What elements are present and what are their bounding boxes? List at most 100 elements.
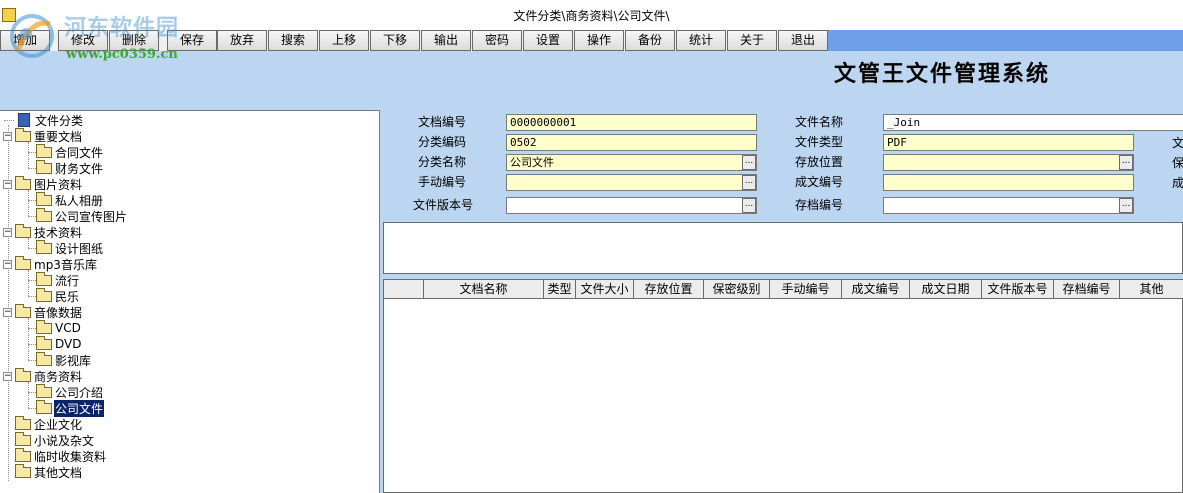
- toolbar-button-14[interactable]: 关于: [727, 30, 777, 51]
- tree-line: [28, 190, 29, 216]
- folder-icon: [36, 335, 52, 350]
- tree-node-label: 音像数据: [34, 305, 83, 320]
- tree-line: [28, 328, 36, 329]
- archive-no-field[interactable]: [883, 197, 1134, 214]
- tree-child-0-0[interactable]: 合同文件: [36, 143, 104, 160]
- file-type-field[interactable]: PDF: [883, 134, 1134, 151]
- toolbar-button-6[interactable]: 上移: [319, 30, 369, 51]
- folder-icon: [36, 207, 52, 222]
- folder-icon: [36, 143, 52, 158]
- grid-column-header-9[interactable]: 文件版本号: [982, 280, 1054, 298]
- doc-code-field[interactable]: [883, 174, 1134, 191]
- tree-child-4-2[interactable]: 影视库: [36, 351, 92, 368]
- tree-root-label: 文件分类: [35, 113, 84, 128]
- doc-code-label: 成文编号: [794, 175, 843, 189]
- tree-node-4[interactable]: − 音像数据: [3, 303, 83, 320]
- tree-child-4-0[interactable]: VCD: [36, 319, 82, 336]
- tree-child-label: 流行: [55, 273, 80, 288]
- folder-icon: [36, 287, 52, 302]
- tree-child-label: 合同文件: [55, 145, 104, 160]
- grid-column-header-0[interactable]: [384, 280, 424, 298]
- doc-no-field[interactable]: 0000000001: [506, 114, 757, 131]
- cat-name-browse-button[interactable]: ...: [742, 155, 756, 170]
- toolbar-button-5[interactable]: 搜索: [268, 30, 318, 51]
- collapse-icon[interactable]: −: [3, 371, 12, 381]
- location-browse-button[interactable]: ...: [1119, 155, 1133, 170]
- location-field[interactable]: [883, 154, 1134, 171]
- tree-child-3-1[interactable]: 民乐: [36, 287, 80, 304]
- folder-icon: [15, 303, 31, 318]
- tree-node-6[interactable]: 企业文化: [3, 415, 83, 432]
- collapse-icon[interactable]: −: [3, 307, 12, 317]
- tree-line: [28, 408, 36, 409]
- collapse-icon[interactable]: −: [3, 227, 12, 237]
- folder-icon: [36, 319, 52, 334]
- toolbar-button-8[interactable]: 输出: [421, 30, 471, 51]
- toolbar-button-12[interactable]: 备份: [625, 30, 675, 51]
- grid-column-header-8[interactable]: 成文日期: [910, 280, 982, 298]
- tree-node-9[interactable]: 其他文档: [3, 463, 83, 480]
- tree-node-label: 商务资料: [34, 369, 83, 384]
- version-no-browse-button[interactable]: ...: [742, 198, 756, 213]
- tree-child-4-1[interactable]: DVD: [36, 335, 82, 352]
- toolbar-button-11[interactable]: 操作: [574, 30, 624, 51]
- tree-node-7[interactable]: 小说及杂文: [3, 431, 95, 448]
- location-label: 存放位置: [794, 155, 843, 169]
- category-tree[interactable]: 文件分类 − 重要文档 合同文件 财务文件 − 图片资料 私人相册 公司宣传图片 − 技术资料 设计…: [0, 110, 380, 493]
- tree-child-label: 公司宣传图片: [55, 209, 128, 224]
- manual-no-field[interactable]: [506, 174, 757, 191]
- tree-line: [28, 200, 36, 201]
- tree-child-1-0[interactable]: 私人相册: [36, 191, 104, 208]
- toolbar-button-10[interactable]: 设置: [523, 30, 573, 51]
- tree-node-3[interactable]: − mp3音乐库: [3, 255, 98, 272]
- version-no-field[interactable]: [506, 197, 757, 214]
- grid-column-header-2[interactable]: 类型: [544, 280, 576, 298]
- tree-node-5[interactable]: − 商务资料: [3, 367, 83, 384]
- app-title: 文管王文件管理系统: [834, 61, 1051, 87]
- tree-child-label: 影视库: [55, 353, 92, 368]
- edge-label-3: 成: [1172, 176, 1183, 190]
- grid-column-header-5[interactable]: 保密级别: [704, 280, 770, 298]
- manual-no-browse-button[interactable]: ...: [742, 175, 756, 190]
- toolbar-button-13[interactable]: 统计: [676, 30, 726, 51]
- archive-no-browse-button[interactable]: ...: [1119, 198, 1133, 213]
- toolbar-button-7[interactable]: 下移: [370, 30, 420, 51]
- collapse-icon[interactable]: −: [3, 131, 12, 141]
- tree-child-5-0[interactable]: 公司介绍: [36, 383, 104, 400]
- tree-node-0[interactable]: − 重要文档: [3, 127, 83, 144]
- grid-column-header-4[interactable]: 存放位置: [634, 280, 704, 298]
- tree-line: [28, 360, 36, 361]
- tree-node-label: mp3音乐库: [34, 257, 97, 272]
- folder-icon: [15, 175, 31, 190]
- book-icon: [18, 113, 30, 127]
- tree-root[interactable]: 文件分类: [4, 112, 84, 128]
- tree-child-2-0[interactable]: 设计图纸: [36, 239, 104, 256]
- cat-code-field[interactable]: 0502: [506, 134, 757, 151]
- grid-column-header-11[interactable]: 其他: [1120, 280, 1183, 298]
- tree-node-2[interactable]: − 技术资料: [3, 223, 83, 240]
- memo-area[interactable]: [383, 222, 1183, 274]
- tree-node-1[interactable]: − 图片资料: [3, 175, 83, 192]
- toolbar-button-15[interactable]: 退出: [778, 30, 828, 51]
- tree-child-0-1[interactable]: 财务文件: [36, 159, 104, 176]
- toolbar-button-9[interactable]: 密码: [472, 30, 522, 51]
- collapse-icon[interactable]: −: [3, 179, 12, 189]
- tree-line: [28, 344, 36, 345]
- toolbar-button-4[interactable]: 放弃: [217, 30, 267, 51]
- tree-line: [28, 296, 36, 297]
- tree-node-8[interactable]: 临时收集资料: [3, 447, 107, 464]
- tree-child-1-1[interactable]: 公司宣传图片: [36, 207, 128, 224]
- collapse-icon[interactable]: −: [3, 259, 12, 269]
- file-grid[interactable]: 文档名称 类型 文件大小 存放位置 保密级别 手动编号 成文编号 成文日期 文件版本号 存档编号其…: [383, 279, 1183, 493]
- edge-label-1: 文: [1172, 136, 1183, 150]
- file-name-field[interactable]: _Join: [883, 114, 1183, 131]
- grid-column-header-1[interactable]: 文档名称: [424, 280, 544, 298]
- tree-child-5-1[interactable]: 公司文件: [36, 399, 105, 417]
- grid-column-header-3[interactable]: 文件大小: [576, 280, 634, 298]
- grid-column-header-6[interactable]: 手动编号: [770, 280, 842, 298]
- grid-column-header-10[interactable]: 存档编号: [1054, 280, 1120, 298]
- cat-name-field[interactable]: 公司文件: [506, 154, 757, 171]
- grid-column-header-7[interactable]: 成文编号: [842, 280, 910, 298]
- tree-line: [28, 248, 36, 249]
- tree-child-3-0[interactable]: 流行: [36, 271, 80, 288]
